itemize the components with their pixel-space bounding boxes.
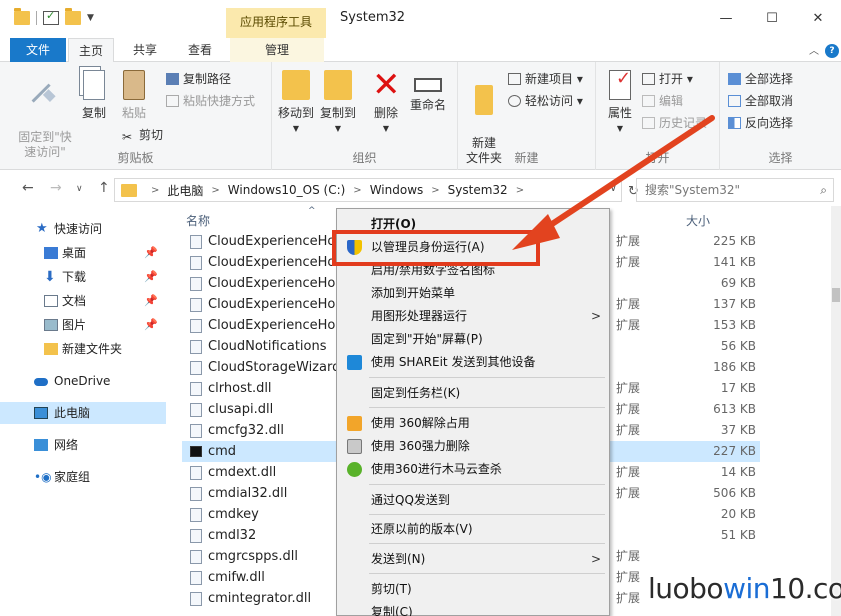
watermark-win: win: [723, 572, 770, 605]
annotation-arrow-icon: [512, 115, 715, 250]
watermark-suffix: 10.com: [770, 572, 841, 605]
watermark: luobowin10.com: [648, 572, 841, 605]
watermark-prefix: luobo: [648, 572, 724, 605]
